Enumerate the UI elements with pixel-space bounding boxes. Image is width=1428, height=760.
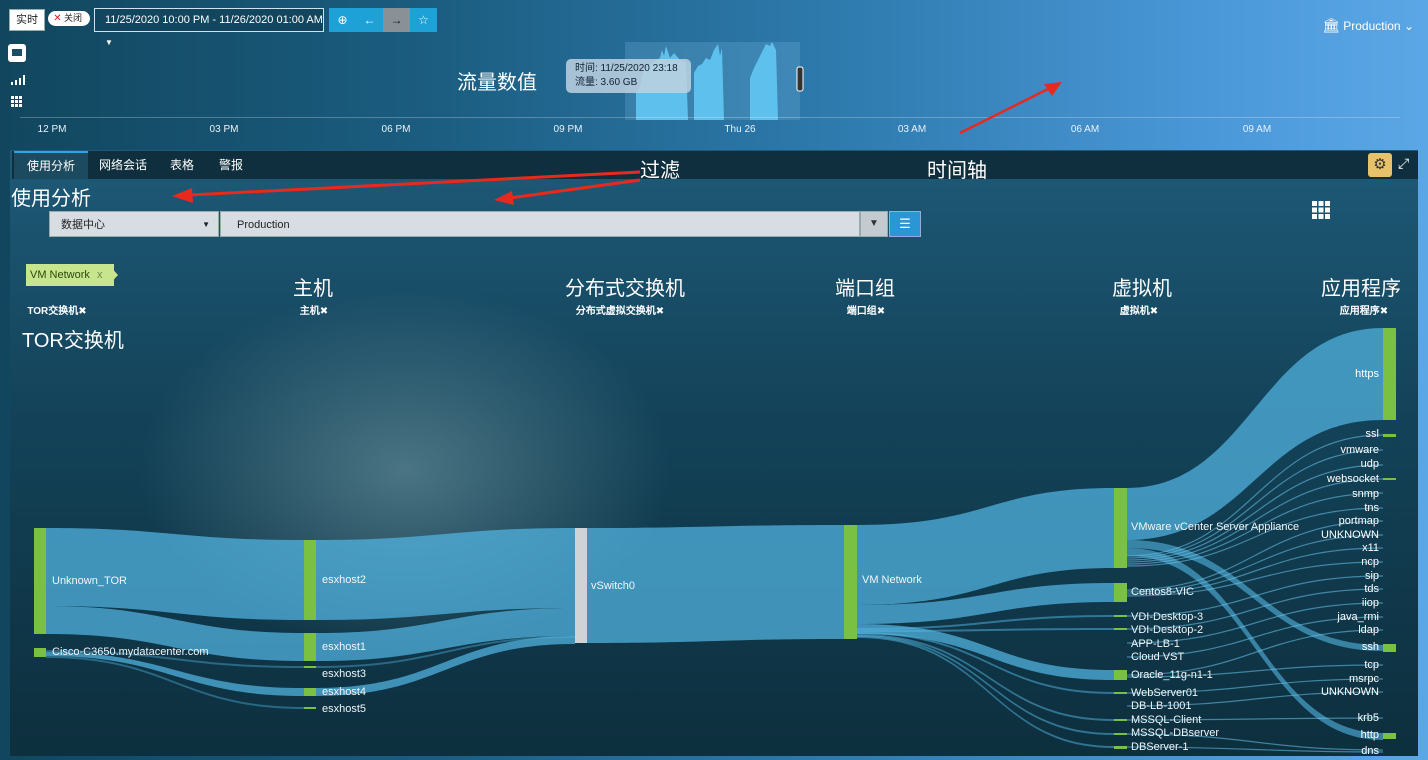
node-label[interactable]: Cisco-C3650.mydatacenter.com <box>52 646 209 658</box>
app-label[interactable]: ssl <box>1366 428 1379 440</box>
app-label[interactable]: tds <box>1364 583 1379 595</box>
app-label[interactable]: java_rmi <box>1337 611 1379 623</box>
node-http <box>1383 733 1396 739</box>
node-label[interactable]: esxhost1 <box>322 641 366 653</box>
node-centos8 <box>1114 583 1127 602</box>
node-esxhost1 <box>304 633 316 661</box>
node-label[interactable]: Unknown_TOR <box>52 575 127 587</box>
node-label[interactable]: esxhost3 <box>322 668 366 680</box>
node-esxhost2 <box>304 540 316 620</box>
node-vm-network <box>844 525 857 639</box>
node-vcenter <box>1114 488 1127 568</box>
app-label[interactable]: websocket <box>1327 473 1379 485</box>
app-label[interactable]: tcp <box>1364 659 1379 671</box>
app-label[interactable]: ncp <box>1361 556 1379 568</box>
node-label[interactable]: APP-LB-1 <box>1131 638 1180 650</box>
sankey-diagram[interactable] <box>0 0 1428 760</box>
node-small-vm <box>1114 719 1127 721</box>
node-label[interactable]: Cloud VST <box>1131 651 1184 663</box>
node-cisco-c3650 <box>34 648 46 657</box>
app-label[interactable]: ldap <box>1358 624 1379 636</box>
node-small-vm <box>1114 615 1127 617</box>
app-label[interactable]: https <box>1355 368 1379 380</box>
node-label[interactable]: MSSQL-Client <box>1131 714 1201 726</box>
app-label[interactable]: portmap <box>1339 515 1379 527</box>
node-label[interactable]: esxhost2 <box>322 574 366 586</box>
node-label[interactable]: VMware vCenter Server Appliance <box>1131 521 1299 533</box>
flow-link <box>46 528 304 620</box>
node-label[interactable]: MSSQL-DBserver <box>1131 727 1219 739</box>
node-ssh <box>1383 644 1396 652</box>
node-ssl <box>1383 434 1396 437</box>
flow-link <box>46 656 304 709</box>
node-websocket <box>1383 478 1396 480</box>
app-label[interactable]: krb5 <box>1358 712 1379 724</box>
app-label[interactable]: http <box>1361 729 1379 741</box>
app-label[interactable]: iiop <box>1362 597 1379 609</box>
app-label[interactable]: msrpc <box>1349 673 1379 685</box>
node-label[interactable]: DBServer-1 <box>1131 741 1188 753</box>
flow-link <box>1127 328 1383 540</box>
node-label[interactable]: VDI-Desktop-3 <box>1131 611 1203 623</box>
node-oracle <box>1114 670 1127 680</box>
app-label[interactable]: sip <box>1365 570 1379 582</box>
node-small-vm <box>1114 746 1127 749</box>
node-https <box>1383 328 1396 420</box>
node-label[interactable]: vSwitch0 <box>591 580 635 592</box>
app-label[interactable]: x11 <box>1362 542 1379 554</box>
node-label[interactable]: VDI-Desktop-2 <box>1131 624 1203 636</box>
annotation-filter: 过滤 <box>640 160 680 182</box>
node-label[interactable]: DB-LB-1001 <box>1131 700 1192 712</box>
app-label[interactable]: vmware <box>1340 444 1379 456</box>
node-unknown-tor <box>34 528 46 634</box>
node-esxhost4 <box>304 688 316 696</box>
annotation-usage-analysis: 使用分析 <box>11 188 91 210</box>
node-esxhost5 <box>304 707 316 709</box>
node-vswitch0 <box>575 528 587 643</box>
app-label[interactable]: udp <box>1361 458 1379 470</box>
node-label[interactable]: VM Network <box>862 574 922 586</box>
node-label[interactable]: esxhost4 <box>322 686 366 698</box>
node-label[interactable]: esxhost5 <box>322 703 366 715</box>
flow-link <box>857 624 1114 680</box>
app-label[interactable]: snmp <box>1352 488 1379 500</box>
node-small-vm <box>1114 628 1127 630</box>
node-label[interactable]: Oracle_11g-n1-1 <box>1131 669 1213 681</box>
annotation-timeline: 时间轴 <box>927 160 987 182</box>
annotation-tor-switch: TOR交换机 <box>22 330 124 352</box>
node-esxhost3 <box>304 666 316 668</box>
app-label[interactable]: dns <box>1361 745 1379 757</box>
node-label[interactable]: Centos8-VIC <box>1131 586 1194 598</box>
node-label[interactable]: WebServer01 <box>1131 687 1198 699</box>
app-label[interactable]: tns <box>1364 502 1379 514</box>
node-small-vm <box>1114 733 1127 735</box>
node-small-vm <box>1114 692 1127 694</box>
app-label[interactable]: ssh <box>1362 641 1379 653</box>
app-label[interactable]: UNKNOWN <box>1321 686 1379 698</box>
app-label[interactable]: UNKNOWN <box>1321 529 1379 541</box>
